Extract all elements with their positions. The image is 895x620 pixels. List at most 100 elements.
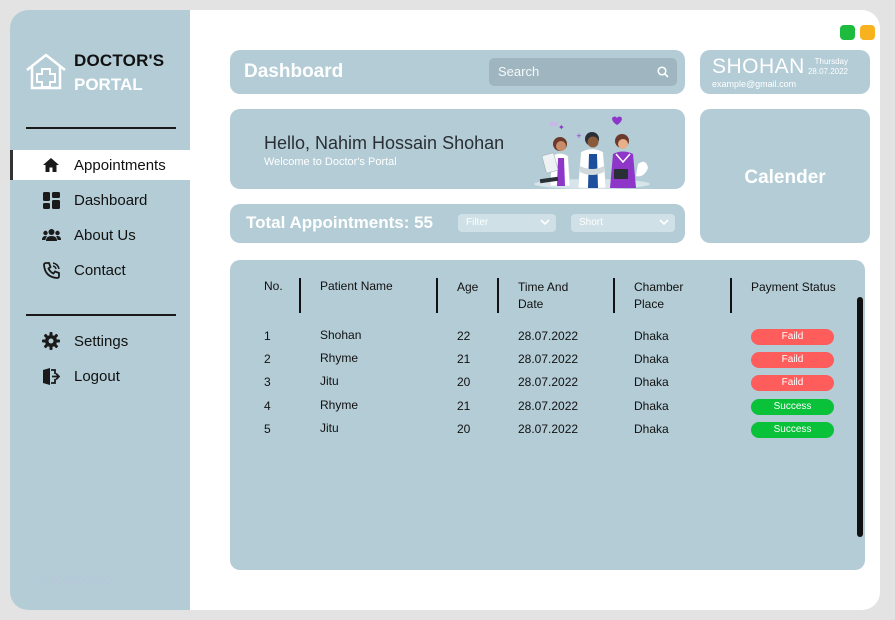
sidebar-item-about-us[interactable]: About Us: [10, 220, 190, 250]
grid-icon: [41, 190, 61, 210]
cell-place: Dhaka: [634, 329, 669, 343]
logo: DOCTOR'S PORTAL: [24, 50, 184, 100]
sidebar: DOCTOR'S PORTAL Appointments Dashboard A…: [10, 10, 190, 610]
greeting-text: Hello, Nahim Hossain Shohan: [264, 133, 505, 153]
sidebar-item-label: Dashboard: [74, 191, 148, 209]
cell-date: 28.07.2022: [518, 422, 579, 436]
cell-date: 28.07.2022: [518, 352, 579, 366]
cell-patient-name: Rhyme: [320, 398, 359, 412]
profile-day: Thursday: [814, 57, 848, 66]
column-separator: [436, 278, 438, 313]
cell-age: 22: [457, 329, 471, 343]
column-header-time-line2: Date: [518, 297, 544, 311]
profile-card[interactable]: SHOHAN Thursday 28.07.2022 example@gmail…: [700, 50, 870, 94]
cell-place: Dhaka: [634, 422, 669, 436]
window-maximize-button[interactable]: [840, 25, 855, 40]
cell-patient-name: Jitu: [320, 374, 339, 388]
column-header-chamber-line2: Place: [634, 297, 665, 311]
home-icon: [41, 155, 61, 175]
cell-date: 28.07.2022: [518, 399, 579, 413]
search-input[interactable]: Search: [489, 58, 677, 86]
cell-age: 21: [457, 399, 471, 413]
hospital-house-icon: [26, 53, 66, 90]
sort-dropdown[interactable]: Short: [571, 214, 675, 232]
sidebar-item-settings[interactable]: Settings: [10, 326, 190, 356]
logo-title: DOCTOR'S: [74, 51, 165, 70]
svg-text:+: +: [576, 132, 582, 140]
gear-icon: [41, 331, 61, 351]
dashboard-header: Dashboard Search: [230, 50, 685, 94]
sort-dropdown-label: Short: [579, 217, 603, 228]
sidebar-item-appointments[interactable]: Appointments: [10, 150, 190, 180]
status-badge: Faild: [751, 329, 834, 345]
page-title: Dashboard: [244, 61, 344, 82]
status-badge: Faild: [751, 375, 834, 391]
cell-no: 4: [264, 399, 271, 413]
sidebar-item-label: Contact: [74, 261, 126, 279]
welcome-banner: Hello, Nahim Hossain Shohan Welcome to D…: [230, 109, 685, 189]
cell-place: Dhaka: [634, 375, 669, 389]
cell-age: 20: [457, 375, 471, 389]
cell-date: 28.07.2022: [518, 375, 579, 389]
cell-patient-name: Rhyme: [320, 351, 359, 365]
column-header-payment-status: Payment Status: [751, 280, 836, 294]
cell-age: 20: [457, 422, 471, 436]
appointments-table: No. Patient Name Age Time And Date Chamb…: [230, 260, 865, 570]
welcome-subtitle: Welcome to Doctor's Portal: [264, 156, 397, 168]
cell-place: Dhaka: [634, 352, 669, 366]
doctors-illustration: ✦ +: [534, 116, 650, 189]
phone-icon: [41, 260, 61, 280]
sidebar-divider: [26, 314, 176, 316]
table-scrollbar[interactable]: [857, 297, 863, 537]
cell-place: Dhaka: [634, 399, 669, 413]
sidebar-item-logout[interactable]: Logout: [10, 361, 190, 391]
status-badge: Success: [751, 399, 834, 415]
cell-date: 28.07.2022: [518, 329, 579, 343]
sidebar-item-dashboard[interactable]: Dashboard: [10, 185, 190, 215]
sidebar-divider: [26, 127, 176, 129]
search-icon[interactable]: [657, 66, 669, 78]
filter-dropdown-label: Filter: [466, 217, 489, 228]
chevron-down-icon: [659, 219, 669, 226]
users-icon: [41, 225, 61, 245]
filter-dropdown[interactable]: Filter: [458, 214, 556, 232]
sidebar-item-label: Settings: [74, 332, 129, 350]
column-header-age: Age: [457, 280, 479, 294]
profile-date: 28.07.2022: [807, 67, 848, 76]
calendar-label: Calender: [744, 167, 826, 188]
sidebar-item-label: Logout: [74, 367, 120, 385]
column-separator: [730, 278, 732, 313]
column-header-patient-name: Patient Name: [320, 279, 393, 293]
sidebar-item-label: Appointments: [74, 156, 166, 174]
profile-email: example@gmail.com: [712, 79, 797, 89]
column-separator: [613, 278, 615, 313]
column-separator: [299, 278, 301, 313]
cell-no: 5: [264, 422, 271, 436]
cell-no: 1: [264, 329, 271, 343]
appointments-summary-bar: Total Appointments: 55 Filter Short: [230, 204, 685, 243]
cell-age: 21: [457, 352, 471, 366]
cell-no: 2: [264, 352, 271, 366]
column-separator: [497, 278, 499, 313]
logo-subtitle: PORTAL: [74, 75, 143, 94]
calendar-card[interactable]: Calender: [700, 109, 870, 243]
status-badge: Faild: [751, 352, 834, 368]
search-placeholder: Search: [498, 64, 540, 79]
status-badge: Success: [751, 422, 834, 438]
chevron-down-icon: [540, 219, 550, 226]
app-window: DOCTOR'S PORTAL Appointments Dashboard A…: [10, 10, 880, 610]
column-header-no: No.: [264, 279, 283, 293]
column-header-chamber-line1: Chamber: [634, 280, 684, 294]
cell-patient-name: Jitu: [320, 421, 339, 435]
profile-name: SHOHAN: [712, 55, 805, 78]
sidebar-item-contact[interactable]: Contact: [10, 255, 190, 285]
total-appointments-label: Total Appointments: 55: [246, 213, 433, 232]
cell-patient-name: Shohan: [320, 328, 362, 342]
logout-icon: [41, 366, 61, 386]
cell-no: 3: [264, 375, 271, 389]
sidebar-faint-decoration: ◌ ◌◌◌◌◌◌◌◌◌: [38, 573, 113, 587]
column-header-time-line1: Time And: [518, 280, 569, 294]
svg-text:✦: ✦: [558, 123, 565, 132]
window-minimize-button[interactable]: [860, 25, 875, 40]
sidebar-item-label: About Us: [74, 226, 136, 244]
